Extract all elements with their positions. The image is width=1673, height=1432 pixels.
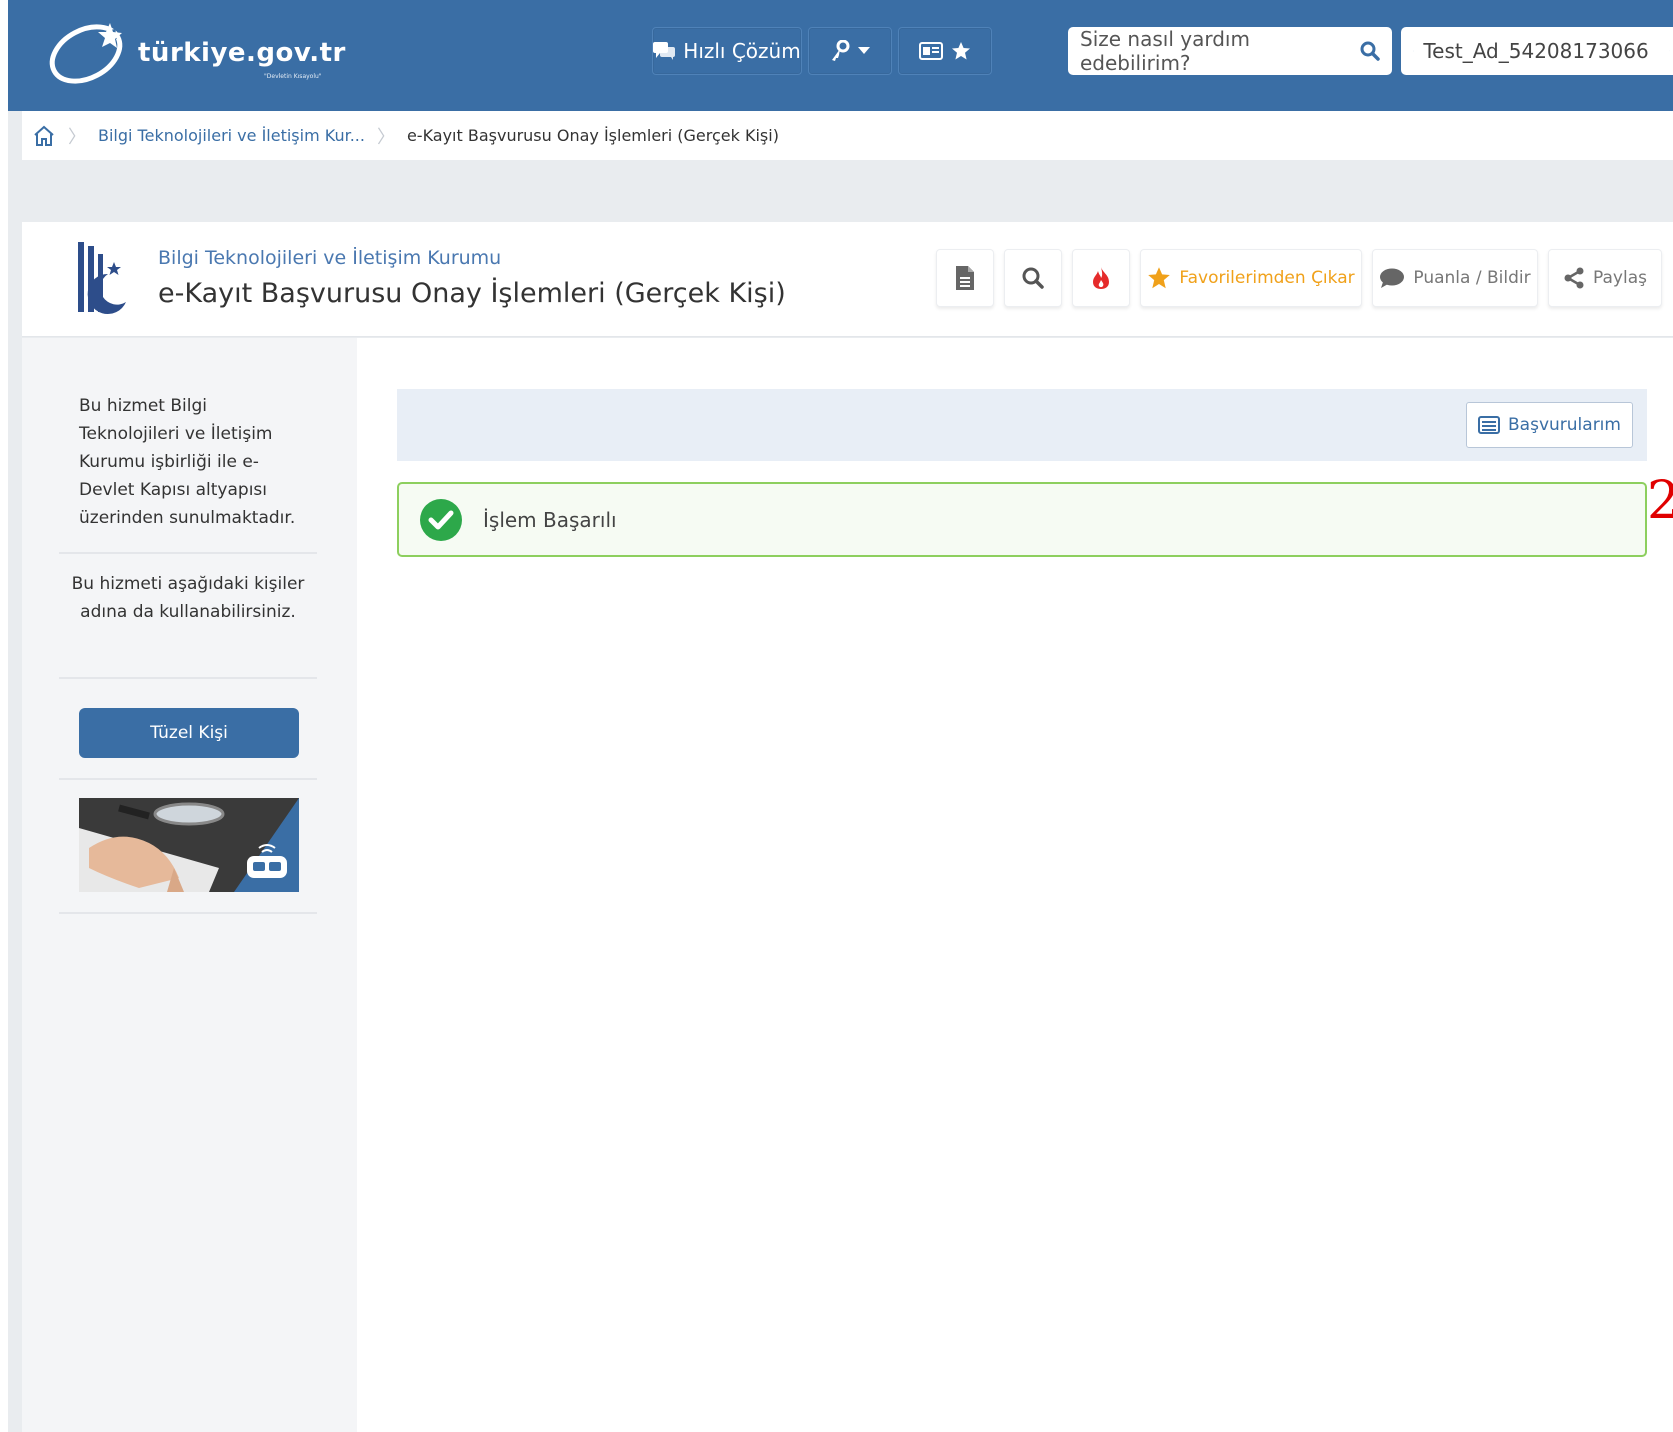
other-persons-info: Bu hizmeti aşağıdaki kişiler adına da ku…	[71, 574, 305, 622]
top-header: türkiye.gov.tr "Devletin Kısayolu" Hızlı…	[8, 0, 1673, 111]
service-institution-name[interactable]: Bilgi Teknolojileri ve İletişim Kurumu	[158, 247, 501, 269]
service-info-document-button[interactable]	[936, 249, 994, 307]
service-header: Bilgi Teknolojileri ve İletişim Kurumu e…	[22, 222, 1673, 337]
list-box-icon	[1478, 416, 1501, 434]
btk-institution-logo-icon	[78, 242, 126, 314]
main-toolbar: Başvurularım	[397, 389, 1647, 461]
document-icon	[956, 266, 974, 290]
breadcrumb-current-page: e-Kayıt Başvurusu Onay İşlemleri (Gerçek…	[406, 126, 779, 145]
sidebar-divider	[59, 778, 317, 780]
home-icon[interactable]	[32, 124, 56, 148]
share-label: Paylaş	[1593, 268, 1647, 288]
sidebar-divider	[59, 677, 317, 679]
legal-person-button[interactable]: Tüzel Kişi	[79, 708, 299, 758]
search-icon[interactable]	[1360, 41, 1380, 61]
id-card-icon	[919, 42, 943, 60]
magnifier-hand-vr-illustration	[79, 798, 299, 892]
rate-report-button[interactable]: Puanla / Bildir	[1372, 249, 1538, 307]
success-message: İşlem Başarılı	[483, 507, 617, 532]
quick-solution-label: Hızlı Çözüm	[683, 39, 801, 63]
chat-bubbles-icon	[653, 42, 676, 60]
search-input[interactable]: Size nasıl yardım edebilirim?	[1080, 27, 1360, 75]
site-logo[interactable]: türkiye.gov.tr "Devletin Kısayolu"	[46, 18, 345, 90]
favorite-label: Favorilerimden Çıkar	[1179, 268, 1355, 288]
main-content: Başvurularım İşlem Başarılı	[357, 338, 1673, 1432]
service-search-button[interactable]	[1004, 249, 1062, 307]
logo-text: türkiye.gov.tr	[138, 38, 346, 68]
key-icon	[832, 40, 850, 61]
search-icon	[1022, 267, 1044, 289]
breadcrumb-institution-link[interactable]: Bilgi Teknolojileri ve İletişim Kur...	[98, 126, 365, 145]
fire-icon	[1093, 267, 1109, 289]
star-icon	[1148, 267, 1171, 289]
login-key-menu-button[interactable]	[808, 27, 892, 75]
annotation-marker: 2	[1647, 471, 1673, 531]
sidebar-divider	[59, 912, 317, 914]
star-icon	[952, 42, 970, 60]
comment-icon	[1380, 268, 1405, 288]
user-menu-button[interactable]: Test_Ad_54208173066	[1401, 27, 1673, 75]
logo-tagline: "Devletin Kısayolu"	[264, 73, 322, 80]
share-icon	[1564, 267, 1584, 289]
sidebar-divider	[59, 552, 317, 554]
service-provider-info: Bu hizmet Bilgi Teknolojileri ve İletişi…	[79, 396, 296, 528]
service-title: e-Kayıt Başvurusu Onay İşlemleri (Gerçek…	[158, 278, 786, 309]
logo-swoosh-icon	[49, 23, 123, 84]
user-name: Test_Ad_54208173066	[1423, 39, 1649, 63]
breadcrumb: 〉 Bilgi Teknolojileri ve İletişim Kur...…	[22, 111, 1673, 160]
success-alert: İşlem Başarılı	[397, 482, 1647, 557]
popular-services-button[interactable]	[1072, 249, 1130, 307]
card-favorites-button[interactable]	[898, 27, 992, 75]
rate-label: Puanla / Bildir	[1413, 268, 1531, 288]
my-applications-button[interactable]: Başvurularım	[1466, 402, 1633, 448]
my-applications-label: Başvurularım	[1508, 415, 1621, 435]
share-button[interactable]: Paylaş	[1548, 249, 1662, 307]
promo-banner-image[interactable]	[79, 798, 299, 892]
check-circle-icon	[420, 498, 462, 541]
breadcrumb-separator: 〉	[68, 126, 86, 148]
breadcrumb-separator: 〉	[376, 126, 395, 148]
search-box[interactable]: Size nasıl yardım edebilirim?	[1068, 27, 1392, 75]
quick-solution-button[interactable]: Hızlı Çözüm	[652, 27, 802, 75]
caret-down-icon	[858, 47, 870, 54]
left-sidebar: Bu hizmet Bilgi Teknolojileri ve İletişi…	[22, 338, 357, 1432]
remove-from-favorites-button[interactable]: Favorilerimden Çıkar	[1140, 249, 1362, 307]
